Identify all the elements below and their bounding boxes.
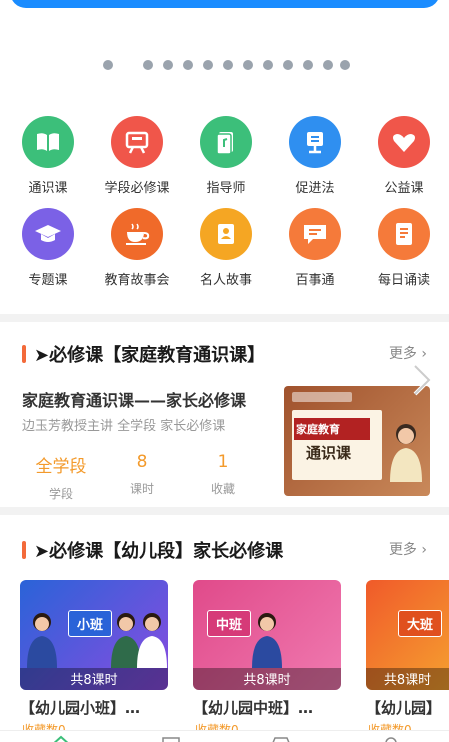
- grid-item-general-course[interactable]: 通识课: [3, 116, 93, 196]
- list-doc-icon: [378, 208, 430, 260]
- top-banner[interactable]: [10, 0, 440, 8]
- home-icon[interactable]: [50, 735, 72, 742]
- carousel-dot[interactable]: [223, 60, 233, 70]
- section-required-general: ➤必修课【家庭教育通识课】 更多 ›: [0, 338, 449, 368]
- carousel-dot[interactable]: [203, 60, 213, 70]
- section-marker: [22, 345, 26, 363]
- grid-item-charity-course[interactable]: 公益课: [359, 116, 449, 196]
- carousel-dot[interactable]: [340, 60, 350, 70]
- course-thumbnail[interactable]: 家庭教育 通识课: [284, 386, 430, 496]
- carousel-dot[interactable]: [283, 60, 293, 70]
- heart-icon: [378, 116, 430, 168]
- course-card[interactable]: 小班 共8课时: [20, 580, 168, 690]
- profile-icon[interactable]: [380, 735, 402, 742]
- law-icon: [289, 116, 341, 168]
- grid-item-education-stories[interactable]: 教育故事会: [92, 208, 182, 288]
- carousel-dot[interactable]: [183, 60, 193, 70]
- presenter-photo: [27, 613, 57, 668]
- grid-item-daily-reading[interactable]: 每日诵读: [359, 208, 449, 288]
- course-card-title[interactable]: 【幼儿园】: [366, 697, 441, 718]
- grid-item-topic-course[interactable]: 专题课: [3, 208, 93, 288]
- grid-item-mentor[interactable]: 指导师: [181, 116, 271, 196]
- section-divider: [0, 507, 449, 515]
- grid-item-faq[interactable]: 百事通: [270, 208, 360, 288]
- section-title: ➤必修课【家庭教育通识课】: [34, 345, 266, 366]
- course-card-title[interactable]: 【幼儿园小班】…: [20, 697, 140, 718]
- course-subtitle: 边玉芳教授主讲 全学段 家长必修课: [22, 419, 226, 434]
- grid-item-promotion-law[interactable]: 促进法: [270, 116, 360, 196]
- carousel-dot[interactable]: [323, 60, 333, 70]
- more-link[interactable]: 更多 ›: [389, 343, 427, 363]
- section-required-preschool: ➤必修课【幼儿段】家长必修课 更多 ›: [0, 534, 449, 564]
- shop-icon[interactable]: [270, 735, 292, 742]
- carousel-dot[interactable]: [143, 60, 153, 70]
- stat-lessons: 8 课时: [129, 452, 154, 496]
- carousel-indicator: [0, 60, 449, 72]
- course-card[interactable]: 大班 共8课时: [366, 580, 449, 690]
- logo: [292, 392, 352, 402]
- carousel-dot[interactable]: [303, 60, 313, 70]
- stat-favorites: 1 收藏: [210, 452, 235, 496]
- chevron-right-icon: ›: [421, 346, 427, 362]
- coffee-cup-icon: [111, 208, 163, 260]
- chat-icon: [289, 208, 341, 260]
- blackboard-icon: [111, 116, 163, 168]
- bottom-tab-bar: [0, 730, 449, 742]
- presenter-photo: [137, 613, 167, 668]
- section-divider: [0, 314, 449, 322]
- stat-stage: 全学段 学段: [35, 457, 87, 501]
- course-card-title[interactable]: 【幼儿园中班】…: [193, 697, 313, 718]
- section-title: ➤必修课【幼儿段】家长必修课: [34, 541, 284, 562]
- section-marker: [22, 541, 26, 559]
- grid-item-celebrity-stories[interactable]: 名人故事: [181, 208, 271, 288]
- more-link[interactable]: 更多 ›: [389, 539, 427, 559]
- presenter-photo: [252, 613, 282, 668]
- carousel-dot-active[interactable]: [103, 60, 113, 70]
- presenter-photo: [390, 424, 422, 482]
- course-title[interactable]: 家庭教育通识课——家长必修课: [22, 387, 246, 411]
- graduation-cap-icon: [22, 208, 74, 260]
- course-icon[interactable]: [160, 735, 182, 742]
- course-card[interactable]: 中班 共8课时: [193, 580, 341, 690]
- notebook-icon: [200, 208, 252, 260]
- grid-item-stage-course[interactable]: 学段必修课: [92, 116, 182, 196]
- carousel-dot[interactable]: [243, 60, 253, 70]
- chevron-right-icon[interactable]: [407, 362, 435, 398]
- chevron-right-icon: ›: [421, 542, 427, 558]
- carousel-dot[interactable]: [163, 60, 173, 70]
- document-icon: [200, 116, 252, 168]
- book-icon: [22, 116, 74, 168]
- carousel-dot[interactable]: [263, 60, 273, 70]
